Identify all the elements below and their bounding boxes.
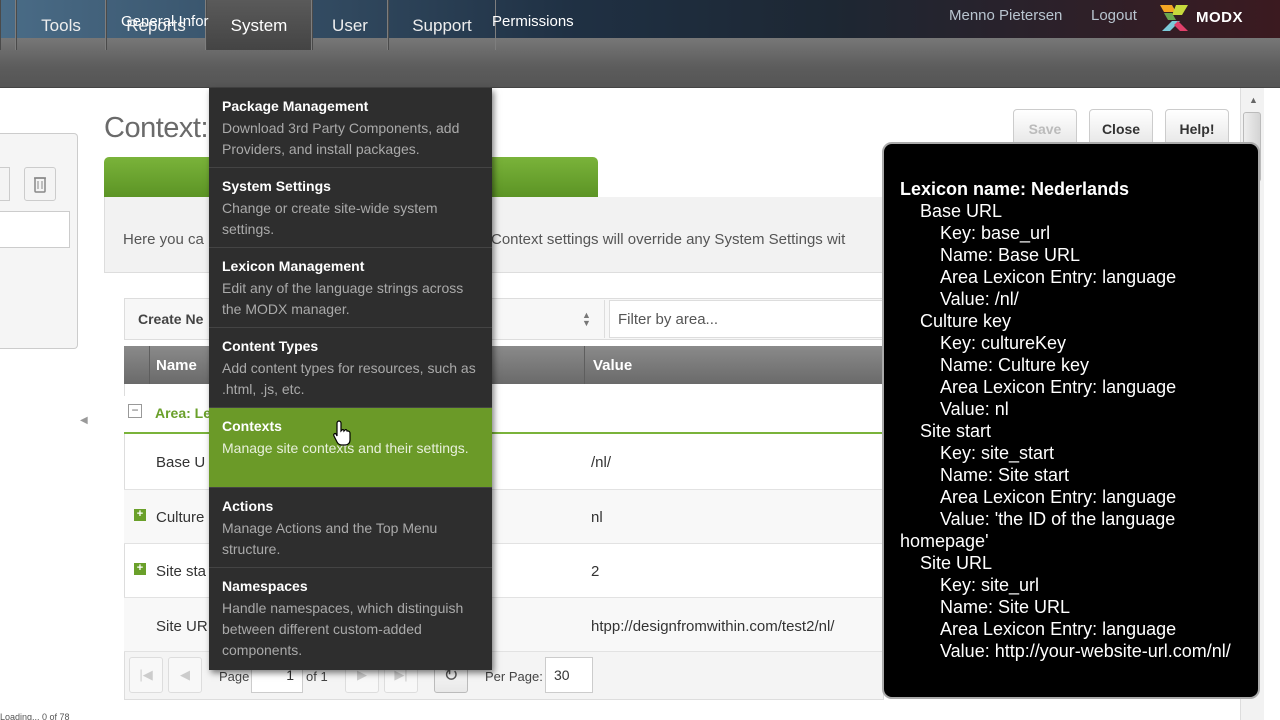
tab-general-information[interactable]: General Infor <box>121 13 209 30</box>
create-setting-button[interactable]: Create Ne <box>126 300 216 338</box>
overlay-line: homepage' <box>900 531 989 551</box>
overlay-line: Area Lexicon Entry: language <box>940 377 1177 397</box>
overlay-line: Site URL <box>920 553 993 573</box>
menu-item-previous[interactable] <box>0 0 16 50</box>
overlay-line: Key: site_start <box>940 443 1055 463</box>
logout-link[interactable]: Logout <box>1091 7 1137 24</box>
tab-description-left: Here you ca <box>123 231 204 248</box>
overlay-line: Name: Site start <box>940 465 1070 485</box>
overlay-line: Area Lexicon Entry: language <box>940 267 1177 287</box>
column-separator <box>584 346 585 384</box>
menu-system-settings[interactable]: System Settings Change or create site-wi… <box>209 168 492 248</box>
menu-item-description: Handle namespaces, which distinguish bet… <box>222 600 464 658</box>
group-label: Area: Le <box>155 405 212 421</box>
menu-package-management[interactable]: Package Management Download 3rd Party Co… <box>209 88 492 168</box>
modx-logo-icon <box>1160 5 1188 31</box>
overlay-line: Value: nl <box>940 399 1009 419</box>
menu-item-description: Manage site contexts and their settings. <box>222 440 469 456</box>
user-name-link[interactable]: Menno Pietersen <box>949 7 1062 24</box>
overlay-line: Key: site_url <box>940 575 1040 595</box>
row-name: Site UR <box>156 618 208 635</box>
tree-search-field[interactable] <box>0 211 70 248</box>
per-page-input[interactable]: 30 <box>545 657 593 693</box>
row-value: 2 <box>591 563 600 580</box>
menu-namespaces[interactable]: Namespaces Handle namespaces, which dist… <box>209 568 492 670</box>
menu-item-title: Actions <box>222 498 274 514</box>
menu-lexicon-management[interactable]: Lexicon Management Edit any of the langu… <box>209 248 492 328</box>
status-text: Loading... 0 of 78 <box>0 712 70 720</box>
tab-permissions[interactable]: Permissions <box>492 13 574 30</box>
expand-row-icon[interactable]: + <box>134 509 146 521</box>
modx-logo[interactable]: MODX <box>1158 3 1276 33</box>
lexicon-info-overlay: Lexicon name: Nederlands Base URL Key: b… <box>882 142 1260 699</box>
tab-description-right: Context settings will override any Syste… <box>491 231 846 248</box>
overlay-line: Area Lexicon Entry: language <box>940 619 1177 639</box>
row-value: htpp://designfromwithin.com/test2/nl/ <box>591 618 835 635</box>
combo-arrows-icon[interactable]: ▲ ▼ <box>582 311 591 328</box>
tree-action-button[interactable] <box>0 167 10 201</box>
column-header-value[interactable]: Value <box>593 357 632 374</box>
overlay-line: Value: /nl/ <box>940 289 1019 309</box>
hand-cursor-icon <box>333 420 351 446</box>
overlay-line: Base URL <box>920 201 1003 221</box>
menu-item-tools[interactable]: Tools <box>16 0 106 50</box>
overlay-line: Value: http://your-website-url.com/nl/ <box>940 641 1231 661</box>
overlay-line: Key: cultureKey <box>940 333 1067 353</box>
column-header-name[interactable]: Name <box>156 357 197 374</box>
menu-item-title: Contexts <box>222 418 282 434</box>
menu-item-title: Namespaces <box>222 578 308 594</box>
row-value: nl <box>591 509 603 526</box>
menu-actions[interactable]: Actions Manage Actions and the Top Menu … <box>209 488 492 568</box>
menu-item-description: Add content types for resources, such as… <box>222 360 476 397</box>
menu-content-types[interactable]: Content Types Add content types for reso… <box>209 328 492 408</box>
menu-item-user[interactable]: User <box>312 0 388 50</box>
expand-row-icon[interactable]: + <box>134 563 146 575</box>
overlay-title: Lexicon name: Nederlands <box>900 179 1130 199</box>
menu-item-description: Download 3rd Party Components, add Provi… <box>222 120 460 157</box>
first-page-button[interactable]: |◀ <box>129 657 163 693</box>
collapse-group-icon[interactable]: − <box>128 404 142 418</box>
previous-page-button[interactable]: ◀ <box>168 657 202 693</box>
menu-item-description: Manage Actions and the Top Menu structur… <box>222 520 438 557</box>
overlay-line: Area Lexicon Entry: language <box>940 487 1177 507</box>
menu-item-description: Edit any of the language strings across … <box>222 280 464 317</box>
trash-icon <box>34 177 46 193</box>
row-name: Site sta <box>156 563 207 580</box>
row-value: /nl/ <box>591 454 612 471</box>
row-name: Culture <box>156 509 205 526</box>
menu-item-title: Content Types <box>222 338 319 354</box>
system-menu-dropdown: Package Management Download 3rd Party Co… <box>209 88 492 670</box>
overlay-line: Name: Site URL <box>940 597 1071 617</box>
overlay-line: Name: Culture key <box>940 355 1090 375</box>
scroll-up-icon[interactable]: ▲ <box>1249 95 1258 105</box>
overlay-line: Key: base_url <box>940 223 1051 243</box>
collapse-panel-icon[interactable]: ◀ <box>80 415 88 426</box>
menu-item-title: System Settings <box>222 178 331 194</box>
menu-item-title: Lexicon Management <box>222 258 365 274</box>
grid-expander-column <box>124 346 150 384</box>
filter-area-input[interactable]: Filter by area... <box>609 300 884 338</box>
overlay-line: Value: 'the ID of the language <box>940 509 1176 529</box>
page-count-label: of 1 <box>306 669 328 684</box>
page-title: Context: <box>104 112 209 144</box>
menu-item-title: Package Management <box>222 98 369 114</box>
menu-item-system[interactable]: System <box>206 0 312 50</box>
overlay-line: Site start <box>920 421 992 441</box>
overlay-line: Name: Base URL <box>940 245 1081 265</box>
menu-item-support[interactable]: Support <box>388 0 496 50</box>
overlay-line: Culture key <box>920 311 1012 331</box>
row-name: Base U <box>156 454 206 471</box>
tree-trash-button[interactable] <box>24 167 56 201</box>
logo-text: MODX <box>1196 9 1243 26</box>
menu-item-description: Change or create site-wide system settin… <box>222 200 438 237</box>
page-label: Page <box>219 669 250 684</box>
per-page-label: Per Page: <box>485 669 543 684</box>
